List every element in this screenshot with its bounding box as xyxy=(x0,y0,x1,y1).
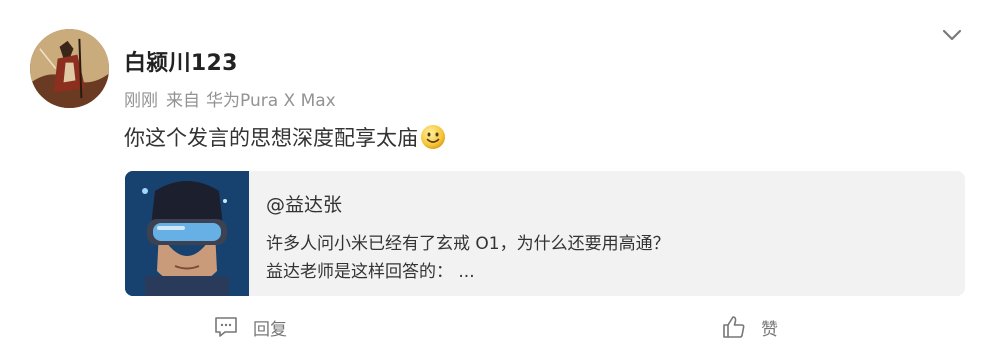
shared-post-thumbnail xyxy=(125,171,249,296)
thumbs-up-icon xyxy=(723,316,745,338)
comment-text: 你这个发言的思想深度配享太庙 xyxy=(124,122,446,152)
comment-body: 你这个发言的思想深度配享太庙 xyxy=(124,126,418,150)
username[interactable]: 白颍川123 xyxy=(124,45,238,77)
avatar[interactable] xyxy=(30,29,109,108)
device-source[interactable]: 华为Pura X Max xyxy=(206,91,336,111)
chevron-down-icon[interactable] xyxy=(940,26,964,44)
shared-post-text: 许多人问小米已经有了玄戒 O1，为什么还要用高通？ 益达老师是这样回答的： ..… xyxy=(266,230,670,286)
vr-headset-image xyxy=(125,171,249,296)
reply-label: 回复 xyxy=(253,319,287,340)
like-button[interactable]: 赞 xyxy=(721,314,778,340)
smile-emoji-icon xyxy=(421,125,445,149)
like-label: 赞 xyxy=(761,319,778,340)
source-prefix: 来自 xyxy=(166,91,200,111)
post-meta: 刚刚 来自 华为Pura X Max xyxy=(124,86,344,111)
shared-post-card[interactable]: @益达张 许多人问小米已经有了玄戒 O1，为什么还要用高通？ 益达老师是这样回答… xyxy=(125,171,965,296)
post-time: 刚刚 xyxy=(124,91,158,111)
comment-icon xyxy=(215,317,237,337)
shared-post-line: 益达老师是这样回答的： ... xyxy=(266,262,475,282)
comment-card: 白颍川123 刚刚来自华为Pura X Max 你这个发言的思想深度配享太庙 xyxy=(0,0,994,358)
shared-post-author[interactable]: @益达张 xyxy=(266,190,342,217)
avatar-image xyxy=(30,29,109,108)
reply-button[interactable]: 回复 xyxy=(213,314,287,340)
shared-post-line: 许多人问小米已经有了玄戒 O1，为什么还要用高通？ xyxy=(266,234,670,254)
